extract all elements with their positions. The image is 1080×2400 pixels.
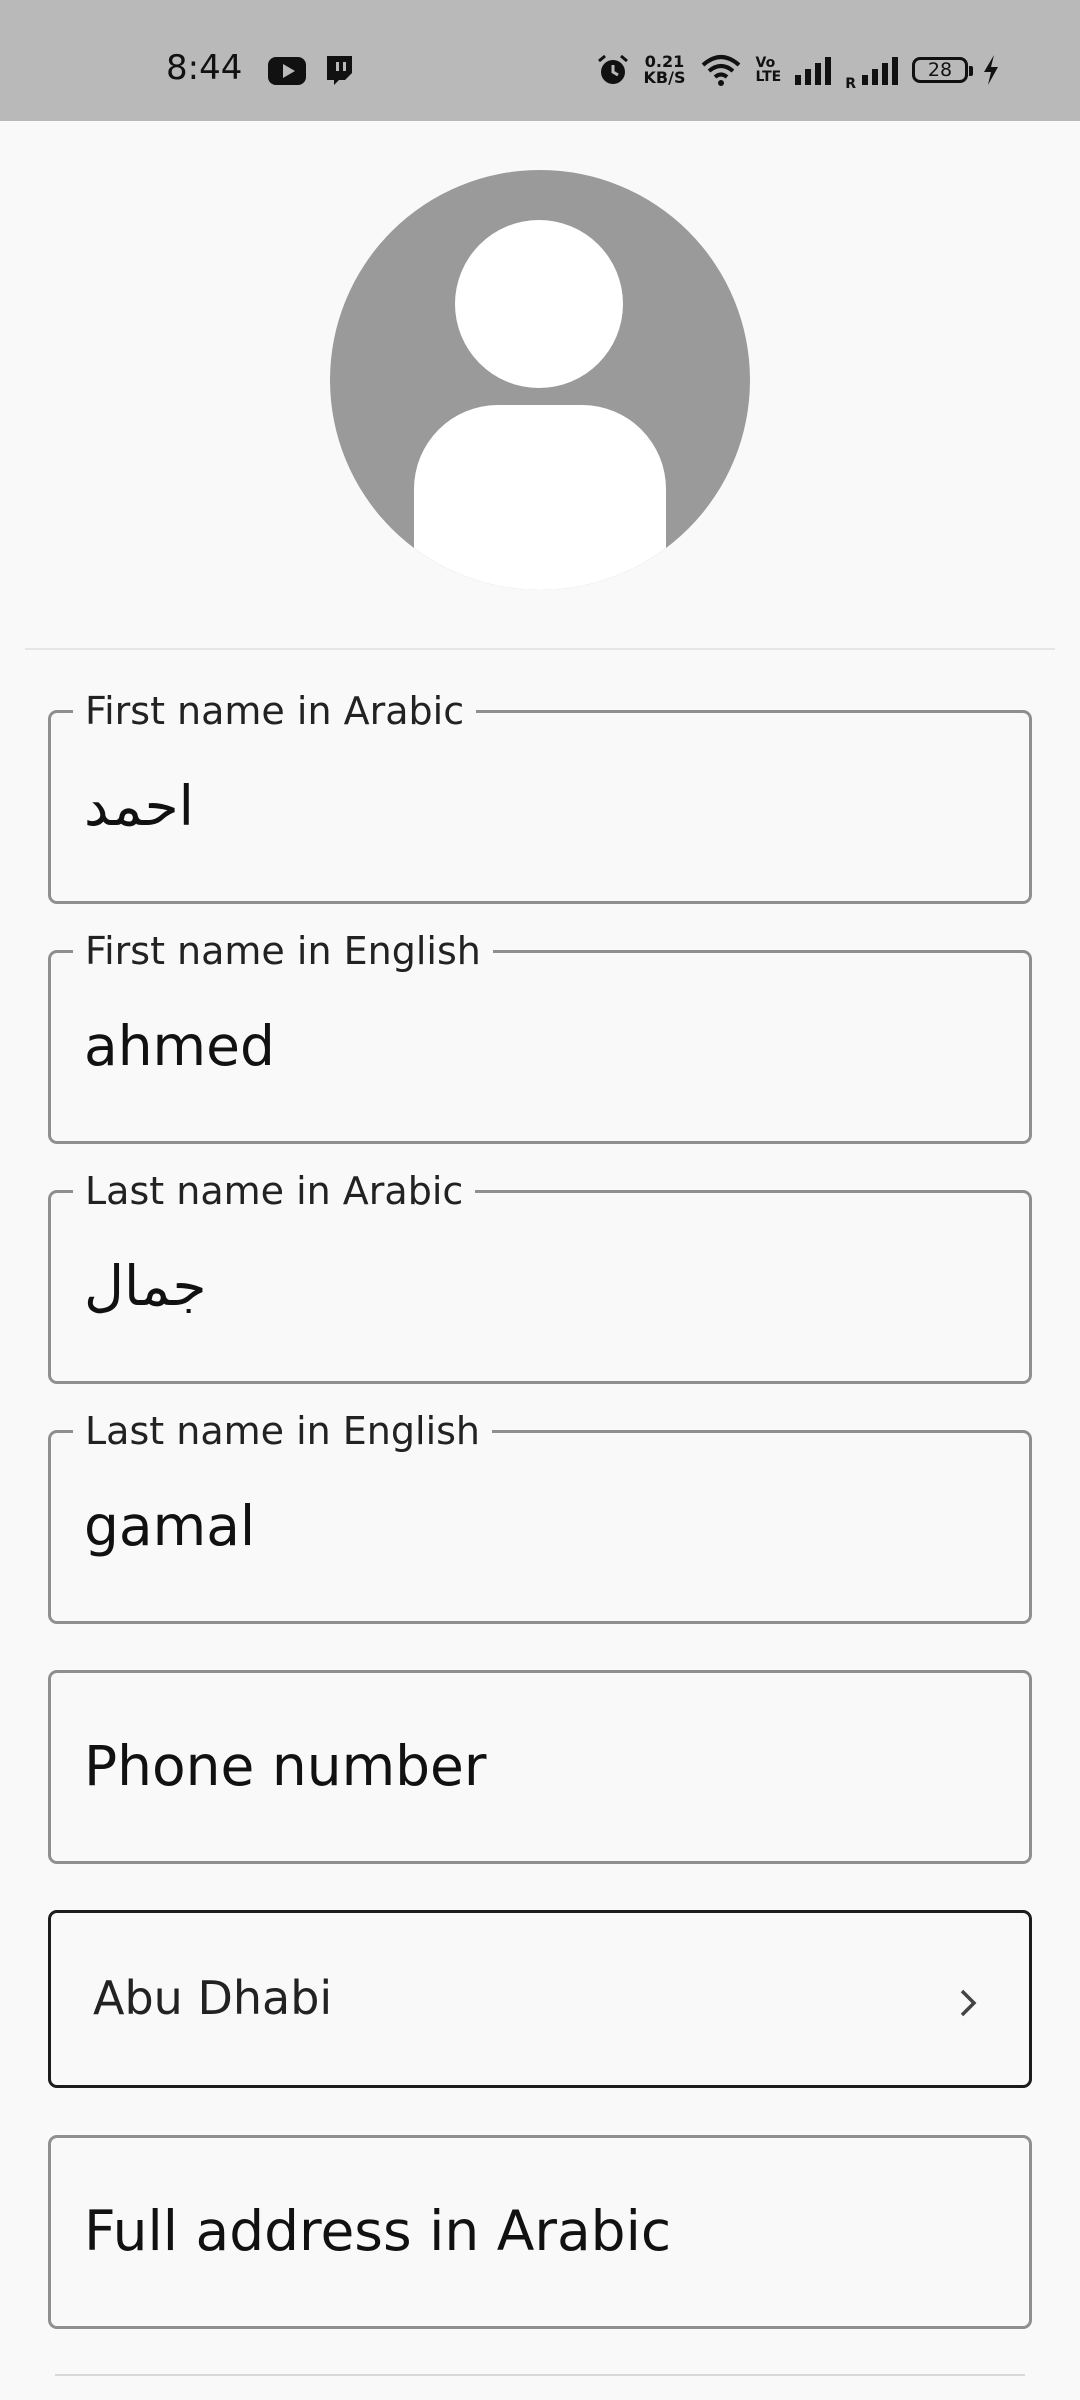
youtube-icon [268,57,306,85]
city-value: Abu Dhabi [93,1971,333,2025]
charging-icon [984,55,998,85]
signal-1-icon [795,55,832,85]
first-name-arabic-field[interactable]: First name in Arabic احمد [48,689,1032,904]
last-name-arabic-label: Last name in Arabic [73,1169,476,1213]
last-name-english-label: Last name in English [73,1409,493,1453]
network-speed: 0.21 KB/S [644,54,686,86]
first-name-arabic-label: First name in Arabic [73,689,477,733]
wifi-icon [701,55,740,86]
phone-number-field[interactable]: Phone number [48,1670,1032,1864]
volte-top: Vo [755,55,776,71]
first-name-english-label: First name in English [73,929,493,973]
twitch-icon [327,56,352,85]
first-name-english-field[interactable]: First name in English ahmed [48,929,1032,1144]
full-address-arabic-placeholder: Full address in Arabic [84,2199,672,2263]
status-time: 8:44 [166,48,243,88]
full-address-arabic-field[interactable]: Full address in Arabic [48,2135,1032,2329]
signal-2-icon [862,55,898,85]
volte-icon: Vo LTE [756,56,782,84]
chevron-right-icon [960,1989,977,2017]
bottom-divider [55,2374,1025,2376]
alarm-icon [597,54,628,84]
first-name-english-value: ahmed [84,1014,275,1078]
last-name-english-value: gamal [84,1494,256,1558]
battery-icon: 28 [912,57,973,83]
status-bar: 8:44 0.21 KB/S Vo LTE R 28 [0,0,1080,121]
network-speed-unit: KB/S [643,68,686,87]
battery-level: 28 [927,59,953,81]
last-name-arabic-value: جمال [84,1254,207,1318]
avatar-head [455,220,623,388]
first-name-arabic-value: احمد [84,774,194,838]
phone-number-placeholder: Phone number [84,1734,487,1798]
roaming-indicator: R [845,76,856,92]
profile-avatar[interactable] [330,170,750,590]
volte-bottom: LTE [755,69,782,85]
header-divider [25,648,1055,650]
status-icons: 0.21 KB/S Vo LTE R 28 [596,48,1000,92]
avatar-body [414,405,666,590]
city-selector[interactable]: Abu Dhabi [48,1910,1032,2088]
last-name-english-field[interactable]: Last name in English gamal [48,1409,1032,1624]
last-name-arabic-field[interactable]: Last name in Arabic جمال [48,1169,1032,1384]
